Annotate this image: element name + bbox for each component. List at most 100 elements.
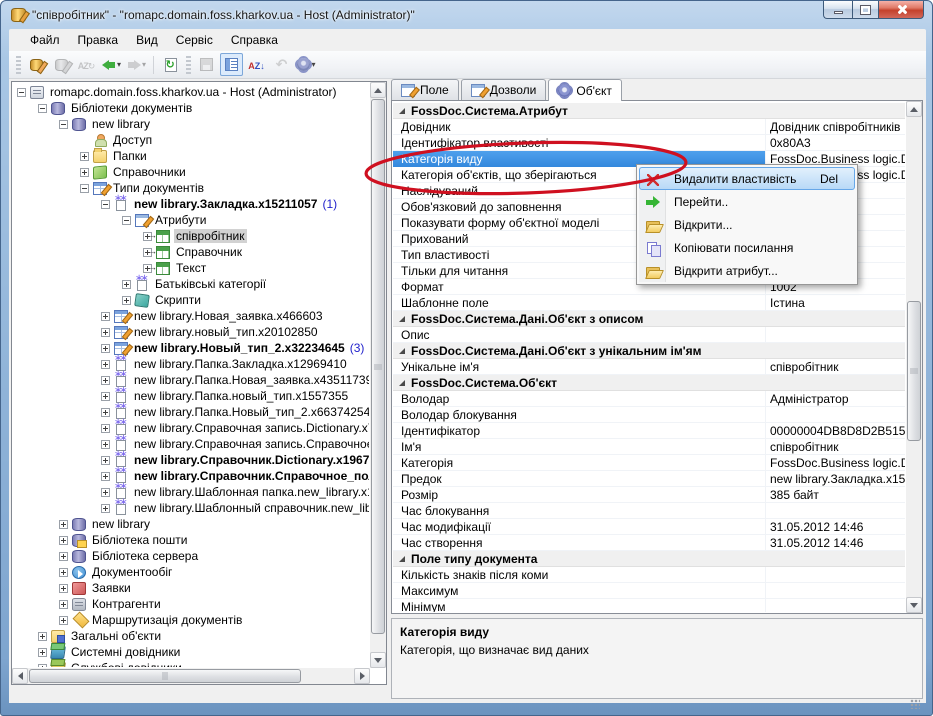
collapse-icon[interactable] <box>80 184 89 193</box>
expand-icon[interactable] <box>59 536 68 545</box>
tree-node-label[interactable]: new library.Справочник.Справочное_пол <box>132 469 369 483</box>
collapse-icon[interactable] <box>17 88 26 97</box>
settings-gear-button[interactable]: ▾ <box>295 53 318 76</box>
tree-node-label[interactable]: співробітник <box>174 229 247 243</box>
scroll-left-button[interactable] <box>12 668 28 684</box>
tree-node-label[interactable]: Батьківські категорії <box>153 277 268 291</box>
property-value[interactable]: Істина <box>766 295 905 311</box>
expand-icon[interactable] <box>101 504 110 513</box>
collapse-icon[interactable] <box>122 216 131 225</box>
tree-node-label[interactable]: Бібліотеки документів <box>69 101 194 115</box>
tab-об'єкт[interactable]: Об'єкт <box>548 79 622 101</box>
property-value[interactable]: Адміністратор <box>766 391 905 407</box>
expand-icon[interactable] <box>59 600 68 609</box>
maximize-button[interactable] <box>852 1 879 19</box>
tree-node-label[interactable]: Документообіг <box>90 565 174 579</box>
property-value[interactable]: new library.Закладка.x15211057 <box>766 471 905 487</box>
categorized-button[interactable] <box>220 53 243 76</box>
property-value[interactable] <box>766 567 905 583</box>
property-section-header[interactable]: Поле типу документа <box>393 551 905 567</box>
expand-icon[interactable] <box>101 472 110 481</box>
property-section-header[interactable]: FossDoc.Система.Дані.Об'єкт з унікальним… <box>393 343 905 359</box>
forward-button[interactable]: ▾ <box>125 53 148 76</box>
tree-node-label[interactable]: new library.Справочник.Dictionary.x1967 <box>132 453 369 467</box>
tree-horizontal-scrollbar[interactable] <box>12 668 370 684</box>
property-label[interactable]: Предок <box>393 471 766 487</box>
minimize-button[interactable] <box>823 1 852 19</box>
tree-node-label[interactable]: new library.Папка.Новая_заявка.x43511739 <box>132 373 369 387</box>
expand-icon[interactable] <box>122 296 131 305</box>
expand-icon[interactable] <box>38 664 47 668</box>
property-value[interactable] <box>766 503 905 519</box>
expand-icon[interactable] <box>59 616 68 625</box>
menu-item-правка[interactable]: Правка <box>69 30 128 50</box>
tree-node-label[interactable]: new library <box>90 517 152 531</box>
property-label[interactable]: Володар <box>393 391 766 407</box>
tree-node-label[interactable]: new library.Шаблонная папка.new_library.… <box>132 485 369 499</box>
scroll-up-button[interactable] <box>370 82 386 98</box>
expand-icon[interactable] <box>101 376 110 385</box>
property-value[interactable]: 31.05.2012 14:46 <box>766 535 905 551</box>
expand-icon[interactable] <box>101 408 110 417</box>
grid-scroll-up-button[interactable] <box>906 101 922 117</box>
tree-vscroll-thumb[interactable] <box>371 99 385 634</box>
property-value[interactable]: співробітник <box>766 439 905 455</box>
property-label[interactable]: Максимум <box>393 583 766 599</box>
expand-icon[interactable] <box>122 280 131 289</box>
grid-scroll-down-button[interactable] <box>906 597 922 613</box>
property-label[interactable]: Ім'я <box>393 439 766 455</box>
tree-node-label[interactable]: Контрагенти <box>90 597 163 611</box>
property-label[interactable]: Категорія <box>393 455 766 471</box>
property-value[interactable]: 31.05.2012 14:46 <box>766 519 905 535</box>
menu-item-файл[interactable]: Файл <box>21 30 69 50</box>
property-label[interactable]: Час блокування <box>393 503 766 519</box>
scroll-right-button[interactable] <box>354 668 370 684</box>
expand-icon[interactable] <box>38 632 47 641</box>
expand-icon[interactable] <box>80 152 89 161</box>
tree-node-label[interactable]: new library.новый_тип.x20102850 <box>132 325 320 339</box>
property-label[interactable]: Володар блокування <box>393 407 766 423</box>
property-section-header[interactable]: FossDoc.Система.Об'єкт <box>393 375 905 391</box>
property-value[interactable]: FossDoc.Business logic.Document type fie… <box>766 455 905 471</box>
property-label[interactable]: Час створення <box>393 535 766 551</box>
tree-node-label[interactable]: new library <box>90 117 152 131</box>
property-label[interactable]: Розмір <box>393 487 766 503</box>
context-menu-item[interactable]: Копіювати посилання <box>639 236 855 259</box>
tree-node-label[interactable]: new library.Закладка.x15211057 <box>132 197 319 211</box>
property-label[interactable]: Кількість знаків після коми <box>393 567 766 583</box>
property-value[interactable] <box>766 599 905 613</box>
grid-vscroll-thumb[interactable] <box>907 301 921 441</box>
expand-icon[interactable] <box>38 648 47 657</box>
property-label[interactable]: Ідентифікатор <box>393 423 766 439</box>
property-label[interactable]: Ідентифікатор властивості <box>393 135 766 151</box>
resize-grip[interactable] <box>910 699 920 709</box>
tab-дозволи[interactable]: Дозволи <box>461 79 547 100</box>
tree-node-label[interactable]: new library.Справочная запись.Dictionary… <box>132 421 369 435</box>
new-object-button[interactable] <box>25 53 48 76</box>
property-label[interactable]: Довідник <box>393 119 766 135</box>
property-value[interactable] <box>766 407 905 423</box>
tree-node-label[interactable]: new library.Папка.новый_тип.x1557355 <box>132 389 350 403</box>
expand-icon[interactable] <box>101 440 110 449</box>
tree-node-label[interactable]: Текст <box>174 261 208 275</box>
property-value[interactable] <box>766 583 905 599</box>
expand-icon[interactable] <box>101 488 110 497</box>
context-menu-item[interactable]: Відкрити... <box>639 213 855 236</box>
collapse-icon[interactable] <box>38 104 47 113</box>
expand-icon[interactable] <box>59 520 68 529</box>
expand-icon[interactable] <box>101 312 110 321</box>
property-label[interactable]: Шаблонне поле <box>393 295 766 311</box>
tree-node-label[interactable]: romapc.domain.foss.kharkov.ua - Host (Ad… <box>48 85 339 99</box>
back-button[interactable]: ▾ <box>100 53 123 76</box>
property-section-header[interactable]: FossDoc.Система.Атрибут <box>393 103 905 119</box>
expand-icon[interactable] <box>101 424 110 433</box>
property-label[interactable]: Опис <box>393 327 766 343</box>
collapse-icon[interactable] <box>59 120 68 129</box>
tree-node-label[interactable]: new library.Справочная запись.Справочное… <box>132 437 369 451</box>
tree-node-label[interactable]: Бібліотека пошти <box>90 533 190 547</box>
expand-icon[interactable] <box>59 568 68 577</box>
tree-node-label[interactable]: new library.Папка.Новый_тип_2.x66374254 <box>132 405 369 419</box>
sort-az-button[interactable] <box>245 53 268 76</box>
menu-item-справка[interactable]: Справка <box>222 30 287 50</box>
tree-node-label[interactable]: Справочники <box>111 165 188 179</box>
